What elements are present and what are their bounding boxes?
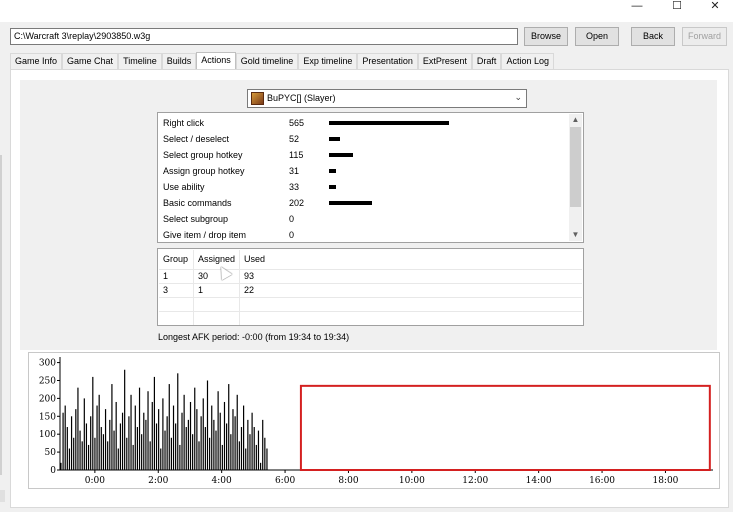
action-name: Assign group hotkey (163, 166, 245, 176)
y-tick-label: 0 (50, 466, 56, 476)
x-tick-label: 4:00 (212, 476, 232, 486)
action-count-bar (329, 185, 336, 189)
tab-draft[interactable]: Draft (471, 53, 502, 69)
action-row[interactable]: Right click 565 (163, 115, 573, 131)
tab-action-log[interactable]: Action Log (501, 53, 554, 69)
x-tick-label: 12:00 (462, 476, 488, 486)
row-divider (159, 311, 582, 312)
maximize-icon[interactable]: ☐ (662, 0, 692, 14)
tab-extpresent[interactable]: ExtPresent (417, 53, 472, 69)
action-row[interactable]: Basic commands 202 (163, 195, 573, 211)
x-tick-label: 6:00 (275, 476, 295, 486)
action-row[interactable]: Give item / drop item 0 (163, 227, 573, 243)
action-stats-list[interactable]: ▲ ▼ Right click 565 Select / deselect 52 Sel… (157, 112, 584, 243)
browse-button[interactable]: Browse (524, 27, 568, 46)
chart-svg: 300 250 200 150 100 50 0 0:00 2:00 4:00 6:00 8:00 10… (39, 357, 713, 486)
player-select[interactable]: BuPYC[] (Slayer) ⌄ (247, 89, 527, 108)
column-header[interactable]: Assigned (198, 252, 235, 267)
replay-path-input[interactable]: C:\Warcraft 3\replay\2903850.w3g (10, 28, 518, 45)
chevron-down-icon[interactable]: ⌄ (514, 92, 522, 103)
y-tick-label: 300 (39, 359, 56, 369)
y-tick-label: 200 (39, 394, 56, 404)
action-name: Select group hotkey (163, 150, 243, 160)
status-indicator (0, 490, 5, 502)
action-row[interactable]: Select group hotkey 115 (163, 147, 573, 163)
player-portrait-icon (251, 92, 264, 105)
action-count: 202 (289, 198, 305, 208)
action-count: 52 (289, 134, 300, 144)
action-count: 31 (289, 166, 300, 176)
action-count-bar (329, 121, 449, 125)
x-tick-label: 0:00 (85, 476, 105, 486)
column-header[interactable]: Group (163, 252, 188, 267)
action-name: Select / deselect (163, 134, 230, 144)
action-count-bar (329, 153, 353, 157)
player-select-value: BuPYC[] (Slayer) (267, 93, 336, 103)
group-hotkey-table: Group Assigned Used 1 30 93 3 1 22 (157, 248, 584, 326)
column-header[interactable]: Used (244, 252, 265, 267)
y-tick-label: 250 (39, 376, 56, 386)
action-row[interactable]: Use ability 33 (163, 179, 573, 195)
action-name: Select subgroup (163, 214, 229, 224)
tab-strip: Game Info Game Chat Timeline Builds Actions G… (10, 52, 554, 70)
action-name: Give item / drop item (163, 230, 247, 240)
afk-period-text: Longest AFK period: -0:00 (from 19:34 to… (158, 332, 350, 342)
back-button[interactable]: Back (631, 27, 675, 46)
action-count-bar (329, 137, 340, 141)
minimize-icon[interactable]: — (622, 0, 652, 14)
actions-timeline-chart: 300 250 200 150 100 50 0 0:00 2:00 4:00 6:00 8:00 10… (28, 352, 720, 489)
action-name: Basic commands (163, 198, 232, 208)
x-tick-label: 10:00 (399, 476, 425, 486)
table-cell: 93 (244, 271, 255, 281)
open-button[interactable]: Open (575, 27, 619, 46)
selection-highlight (299, 384, 711, 472)
y-tick-label: 50 (45, 448, 57, 458)
tab-actions[interactable]: Actions (196, 52, 236, 70)
y-tick-label: 150 (39, 412, 56, 422)
table-cell: 1 (163, 271, 169, 281)
action-count-bar (329, 201, 372, 205)
y-tick-label: 100 (39, 430, 56, 440)
action-count: 115 (289, 150, 304, 160)
tab-gold-timeline[interactable]: Gold timeline (235, 53, 299, 69)
table-cell: 3 (163, 285, 169, 295)
close-icon[interactable]: ✕ (700, 0, 730, 14)
tab-game-info[interactable]: Game Info (10, 53, 63, 69)
tab-exp-timeline[interactable]: Exp timeline (298, 53, 358, 69)
x-tick-label: 18:00 (652, 476, 678, 486)
action-count: 0 (289, 230, 295, 240)
title-bar: — ☐ ✕ (0, 0, 733, 22)
table-cell: 22 (244, 285, 255, 295)
tab-game-chat[interactable]: Game Chat (62, 53, 119, 69)
action-count: 565 (289, 118, 305, 128)
action-count: 0 (289, 214, 295, 224)
tab-presentation[interactable]: Presentation (357, 53, 418, 69)
x-tick-label: 16:00 (589, 476, 615, 486)
action-count-bar (329, 169, 336, 173)
action-count: 33 (289, 182, 300, 192)
forward-button[interactable]: Forward (682, 27, 727, 46)
row-divider (159, 297, 582, 298)
window-left-edge (0, 155, 2, 475)
action-name: Right click (163, 118, 205, 128)
column-divider (193, 250, 194, 325)
table-cell: 30 (198, 271, 209, 281)
tab-builds[interactable]: Builds (161, 53, 197, 69)
table-cell: 1 (198, 285, 204, 295)
row-divider (159, 283, 582, 284)
action-name: Use ability (163, 182, 205, 192)
x-tick-label: 14:00 (526, 476, 552, 486)
x-tick-label: 8:00 (338, 476, 358, 486)
toolbar: C:\Warcraft 3\replay\2903850.w3g Browse … (0, 22, 733, 50)
action-row[interactable]: Select subgroup 0 (163, 211, 573, 227)
x-tick-label: 2:00 (148, 476, 168, 486)
action-row[interactable]: Select / deselect 52 (163, 131, 573, 147)
action-row[interactable]: Assign group hotkey 31 (163, 163, 573, 179)
tab-timeline[interactable]: Timeline (118, 53, 162, 69)
column-divider (239, 250, 240, 325)
